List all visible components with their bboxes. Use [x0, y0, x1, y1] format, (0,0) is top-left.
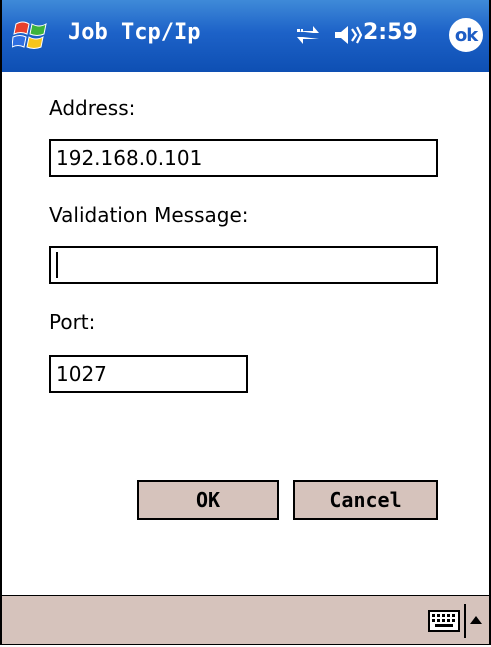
ok-title-button[interactable]: ok: [449, 18, 483, 52]
port-field[interactable]: 1027: [49, 355, 248, 393]
title-bar: Job Tcp/Ip 2:59 ok: [2, 0, 489, 72]
keyboard-icon[interactable]: [428, 610, 460, 632]
speaker-icon[interactable]: [333, 22, 363, 48]
address-field[interactable]: 192.168.0.101: [49, 139, 438, 177]
text-caret: [56, 251, 58, 278]
ok-button[interactable]: OK: [137, 480, 279, 520]
sip-separator: [464, 604, 466, 638]
window-title: Job Tcp/Ip: [68, 20, 201, 45]
menu-bar: [2, 595, 489, 644]
app-window: Job Tcp/Ip 2:59 ok Address: 192.168.0.10…: [0, 0, 491, 645]
cancel-button[interactable]: Cancel: [293, 480, 438, 520]
validation-message-field[interactable]: [49, 246, 438, 284]
windows-start-icon[interactable]: [12, 18, 52, 54]
sip-arrow-up-icon[interactable]: [469, 614, 483, 626]
port-label: Port:: [49, 310, 96, 334]
validation-message-label: Validation Message:: [49, 203, 249, 227]
address-label: Address:: [49, 96, 136, 120]
connectivity-icon[interactable]: [295, 23, 321, 47]
clock[interactable]: 2:59: [363, 20, 418, 45]
